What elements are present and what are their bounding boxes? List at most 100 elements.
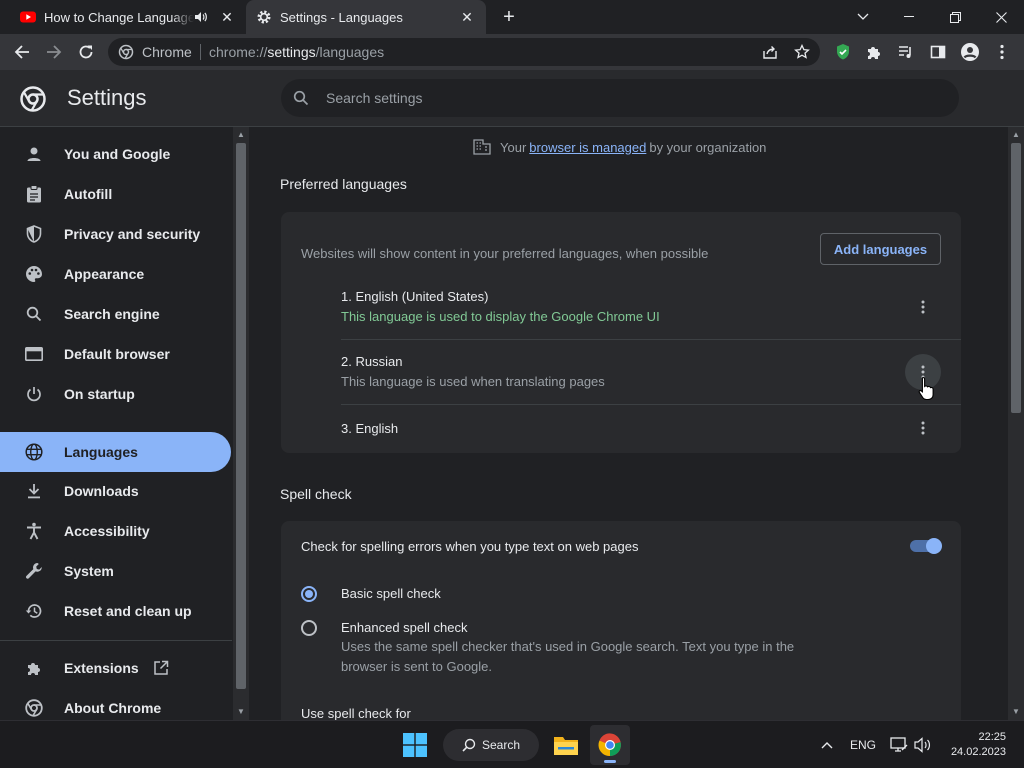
scroll-up-arrow[interactable]: ▲ <box>1011 130 1021 140</box>
scrollbar-thumb[interactable] <box>236 143 246 689</box>
sidebar-item-accessibility[interactable]: Accessibility <box>0 511 231 551</box>
sidebar-item-system[interactable]: System <box>0 551 231 591</box>
network-button[interactable] <box>888 729 910 761</box>
windows-icon <box>403 733 427 757</box>
scrollbar-thumb[interactable] <box>1011 143 1021 413</box>
sidebar-item-languages[interactable]: Languages <box>0 432 231 472</box>
basic-spell-check-radio[interactable] <box>301 586 317 602</box>
scroll-down-arrow[interactable]: ▼ <box>1011 707 1021 717</box>
add-languages-button[interactable]: Add languages <box>820 233 941 265</box>
puzzle-icon <box>24 658 44 678</box>
address-bar[interactable]: Chrome chrome://settings/languages <box>108 38 820 66</box>
person-icon <box>24 144 44 164</box>
playlist-music-icon <box>899 46 911 58</box>
sidebar-item-default-browser[interactable]: Default browser <box>0 334 231 374</box>
arrow-left-icon <box>14 45 29 59</box>
volume-icon <box>914 737 931 753</box>
start-button[interactable] <box>399 729 431 761</box>
menu-button[interactable] <box>988 38 1016 66</box>
sidebar-item-autofill[interactable]: Autofill <box>0 174 231 214</box>
chrome-logo-icon <box>20 86 46 112</box>
settings-main: Your browser is managed by your organiza… <box>249 127 1008 720</box>
speaker-icon[interactable] <box>194 10 208 24</box>
palette-icon <box>24 264 44 284</box>
taskbar-search-button[interactable]: Search <box>443 729 539 761</box>
tab-youtube[interactable]: How to Change Language Se ✕ <box>10 0 246 34</box>
input-language-indicator[interactable]: ENG <box>850 738 876 752</box>
language-more-button[interactable] <box>905 410 941 446</box>
puzzle-icon <box>868 47 880 59</box>
sidebar-item-downloads[interactable]: Downloads <box>0 471 231 511</box>
sidebar-item-you-and-google[interactable]: You and Google <box>0 134 231 174</box>
extensions-button[interactable] <box>860 38 888 66</box>
minimize-icon <box>904 16 914 17</box>
tab-strip: How to Change Language Se ✕ Settings - L… <box>0 0 1024 34</box>
tab-settings[interactable]: Settings - Languages ✕ <box>246 0 486 34</box>
extension-adblock-button[interactable] <box>829 38 857 66</box>
search-icon <box>293 90 309 106</box>
minimize-button[interactable] <box>886 0 932 34</box>
search-icon <box>462 738 476 752</box>
divider <box>200 44 201 60</box>
taskbar: Search ENG 22:25 24.02.2023 <box>0 720 1024 768</box>
language-more-button[interactable] <box>905 289 941 325</box>
spell-check-toggle[interactable] <box>910 538 942 554</box>
taskbar-chrome-button[interactable] <box>590 725 630 765</box>
language-row-english: 3. English <box>341 421 961 443</box>
basic-spell-check-label: Basic spell check <box>341 586 441 601</box>
tab-title: Settings - Languages <box>280 9 403 25</box>
new-tab-button[interactable]: + <box>498 6 520 28</box>
search-input[interactable] <box>326 88 926 108</box>
close-window-button[interactable] <box>978 0 1024 34</box>
tray-overflow-button[interactable] <box>816 729 838 761</box>
close-tab-icon[interactable]: ✕ <box>458 9 476 26</box>
sidebar-item-appearance[interactable]: Appearance <box>0 254 231 294</box>
sidebar-item-extensions[interactable]: Extensions <box>0 648 231 688</box>
scroll-down-arrow[interactable]: ▼ <box>236 707 246 717</box>
volume-button[interactable] <box>912 729 934 761</box>
sidebar-item-label: Search engine <box>64 306 160 322</box>
sidebar-item-on-startup[interactable]: On startup <box>0 374 231 414</box>
share-button[interactable] <box>756 38 784 66</box>
sidebar-item-label: Autofill <box>64 186 113 202</box>
sidebar-item-label: Reset and clean up <box>64 603 192 619</box>
divider <box>0 640 232 641</box>
chevron-up-icon <box>821 742 833 749</box>
forward-button[interactable] <box>40 38 68 66</box>
spell-check-card: Check for spelling errors when you type … <box>281 521 961 720</box>
language-name: 1. English (United States) <box>341 289 489 304</box>
restore-icon <box>949 11 961 23</box>
sidebar-item-search-engine[interactable]: Search engine <box>0 294 231 334</box>
avatar-icon <box>961 43 979 61</box>
main-scrollbar[interactable]: ▲ ▼ <box>1008 127 1024 720</box>
close-tab-icon[interactable]: ✕ <box>218 9 236 26</box>
profile-button[interactable] <box>956 38 984 66</box>
sidebar-item-privacy[interactable]: Privacy and security <box>0 214 231 254</box>
tab-search-button[interactable] <box>840 0 886 34</box>
enhanced-spell-check-radio[interactable] <box>301 620 317 636</box>
hand-cursor-icon <box>918 376 934 400</box>
bookmark-button[interactable] <box>788 38 816 66</box>
browser-managed-link[interactable]: browser is managed <box>529 140 646 155</box>
settings-search[interactable] <box>281 79 959 117</box>
youtube-icon <box>20 11 36 23</box>
managed-suffix: by your organization <box>649 139 767 155</box>
sidebar-item-label: You and Google <box>64 146 171 162</box>
back-button[interactable] <box>8 38 36 66</box>
sidebar-item-reset[interactable]: Reset and clean up <box>0 591 231 631</box>
shield-icon <box>24 224 44 244</box>
sidebar-scrollbar[interactable]: ▲ ▼ <box>233 127 249 720</box>
chrome-site-icon[interactable] <box>118 44 134 60</box>
system-clock[interactable]: 22:25 24.02.2023 <box>944 730 1006 760</box>
network-icon <box>890 737 908 752</box>
file-explorer-button[interactable] <box>550 729 582 761</box>
use-spell-check-for-label: Use spell check for <box>301 706 411 720</box>
side-panel-button[interactable] <box>924 38 952 66</box>
media-controls-button[interactable] <box>892 38 920 66</box>
open-in-new-icon <box>153 660 168 675</box>
toggle-knob <box>926 538 942 554</box>
scroll-up-arrow[interactable]: ▲ <box>236 130 246 140</box>
restore-button[interactable] <box>932 0 978 34</box>
reload-button[interactable] <box>72 38 100 66</box>
more-vert-icon <box>921 421 925 435</box>
